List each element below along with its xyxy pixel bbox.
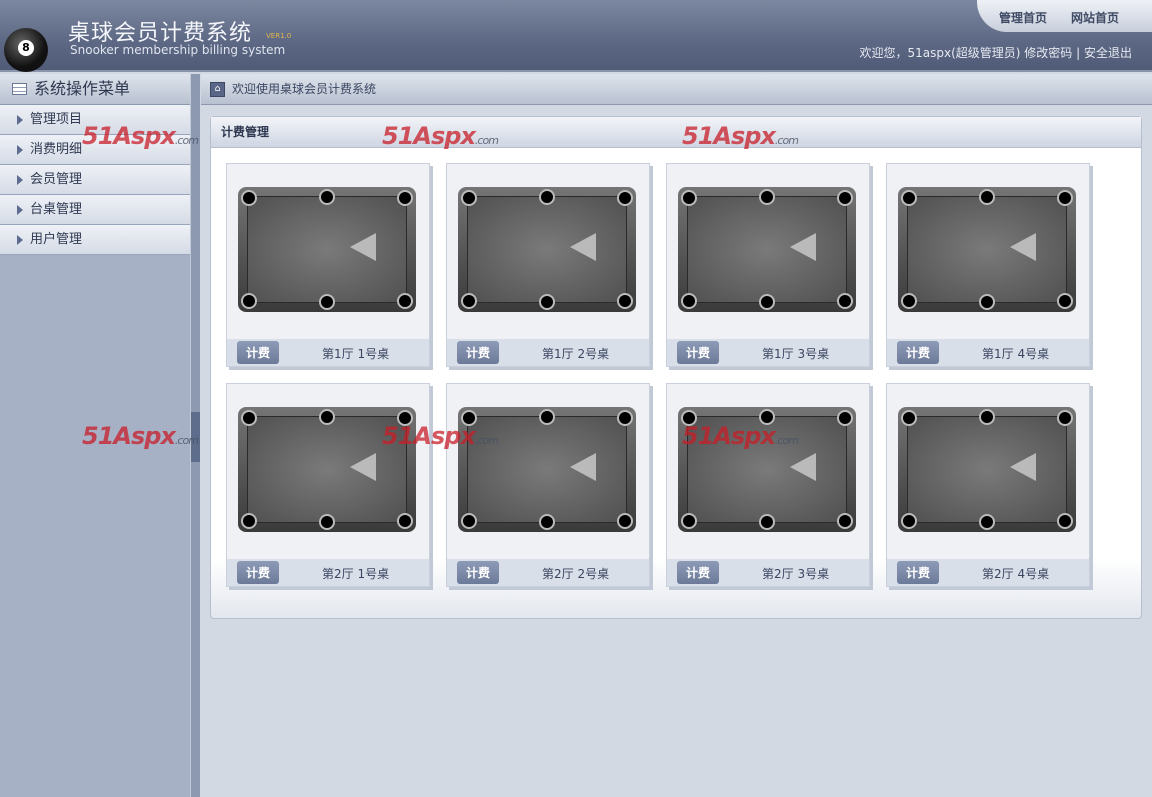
pool-table-image xyxy=(458,407,636,532)
card-footer: 计费 第2厅 4号桌 xyxy=(887,559,1089,586)
sidebar: 系统操作菜单 管理项目 消费明细 会员管理 台桌管理 用户管理 xyxy=(0,74,190,797)
table-name: 第1厅 3号桌 xyxy=(762,347,830,361)
pool-table-image xyxy=(238,407,416,532)
bill-button[interactable]: 计费 xyxy=(457,561,499,584)
sidebar-item-label: 用户管理 xyxy=(30,232,83,247)
bill-button[interactable]: 计费 xyxy=(677,561,719,584)
sidebar-item-tables[interactable]: 台桌管理 xyxy=(0,195,190,225)
table-card: 计费 第1厅 1号桌 xyxy=(226,163,430,367)
top-links: 管理首页 网站首页 xyxy=(977,0,1152,32)
card-footer: 计费 第2厅 2号桌 xyxy=(447,559,649,586)
panel-title: 计费管理 xyxy=(211,117,1141,148)
sidebar-item-label: 管理项目 xyxy=(30,112,83,127)
menu-list-icon xyxy=(12,83,27,95)
triangle-right-icon xyxy=(17,145,23,155)
table-name: 第2厅 4号桌 xyxy=(982,567,1050,581)
sidebar-item-label: 会员管理 xyxy=(30,172,83,187)
card-footer: 计费 第1厅 2号桌 xyxy=(447,339,649,366)
sidebar-header: 系统操作菜单 xyxy=(0,74,190,105)
sidebar-item-label: 台桌管理 xyxy=(30,202,83,217)
table-card: 计费 第2厅 4号桌 xyxy=(886,383,1090,587)
card-footer: 计费 第2厅 1号桌 xyxy=(227,559,429,586)
bill-button[interactable]: 计费 xyxy=(457,341,499,364)
site-home-link[interactable]: 网站首页 xyxy=(1071,9,1119,26)
welcome-text: 欢迎您，51aspx(超级管理员) xyxy=(859,46,1021,60)
table-name: 第2厅 2号桌 xyxy=(542,567,610,581)
admin-home-link[interactable]: 管理首页 xyxy=(999,9,1047,26)
table-name: 第1厅 4号桌 xyxy=(982,347,1050,361)
pool-table-image xyxy=(458,187,636,312)
sidebar-item-label: 消费明细 xyxy=(30,142,83,157)
bill-button[interactable]: 计费 xyxy=(237,341,279,364)
table-name: 第1厅 1号桌 xyxy=(322,347,390,361)
card-footer: 计费 第1厅 1号桌 xyxy=(227,339,429,366)
bill-button[interactable]: 计费 xyxy=(237,561,279,584)
table-card: 计费 第2厅 1号桌 xyxy=(226,383,430,587)
change-password-link[interactable]: 修改密码 xyxy=(1024,46,1072,60)
sidebar-item-members[interactable]: 会员管理 xyxy=(0,165,190,195)
triangle-right-icon xyxy=(17,115,23,125)
table-card: 计费 第1厅 2号桌 xyxy=(446,163,650,367)
table-name: 第2厅 1号桌 xyxy=(322,567,390,581)
pool-table-image xyxy=(238,187,416,312)
logout-link[interactable]: 安全退出 xyxy=(1084,46,1132,60)
sidebar-title: 系统操作菜单 xyxy=(34,79,131,98)
bill-button[interactable]: 计费 xyxy=(897,561,939,584)
triangle-right-icon xyxy=(17,205,23,215)
table-name: 第2厅 3号桌 xyxy=(762,567,830,581)
table-card: 计费 第1厅 4号桌 xyxy=(886,163,1090,367)
pool-table-image xyxy=(678,407,856,532)
table-name: 第1厅 2号桌 xyxy=(542,347,610,361)
breadcrumb-text: 欢迎使用桌球会员计费系统 xyxy=(232,82,377,96)
eight-ball-logo-icon: 8 xyxy=(4,28,48,72)
card-footer: 计费 第1厅 4号桌 xyxy=(887,339,1089,366)
sidebar-collapse-handle[interactable] xyxy=(191,412,200,462)
version-label: VER1.0 xyxy=(266,32,292,40)
card-footer: 计费 第2厅 3号桌 xyxy=(667,559,869,586)
separator: | xyxy=(1076,46,1081,60)
sidebar-item-consumption[interactable]: 消费明细 xyxy=(0,135,190,165)
user-bar: 欢迎您，51aspx(超级管理员) 修改密码 | 安全退出 xyxy=(859,44,1132,61)
app-subtitle: Snooker membership billing system xyxy=(70,43,286,57)
breadcrumb: ⌂ 欢迎使用桌球会员计费系统 xyxy=(201,74,1152,105)
bill-button[interactable]: 计费 xyxy=(677,341,719,364)
table-card: 计费 第2厅 3号桌 xyxy=(666,383,870,587)
pool-table-image xyxy=(678,187,856,312)
table-card: 计费 第2厅 2号桌 xyxy=(446,383,650,587)
table-card: 计费 第1厅 3号桌 xyxy=(666,163,870,367)
header: 8 桌球会员计费系统 VER1.0 Snooker membership bil… xyxy=(0,0,1152,72)
sidebar-item-manage-projects[interactable]: 管理项目 xyxy=(0,105,190,135)
bill-button[interactable]: 计费 xyxy=(897,341,939,364)
pool-table-image xyxy=(898,187,1076,312)
triangle-right-icon xyxy=(17,175,23,185)
sidebar-item-users[interactable]: 用户管理 xyxy=(0,225,190,255)
card-footer: 计费 第1厅 3号桌 xyxy=(667,339,869,366)
pool-table-image xyxy=(898,407,1076,532)
home-icon[interactable]: ⌂ xyxy=(210,82,225,97)
triangle-right-icon xyxy=(17,235,23,245)
